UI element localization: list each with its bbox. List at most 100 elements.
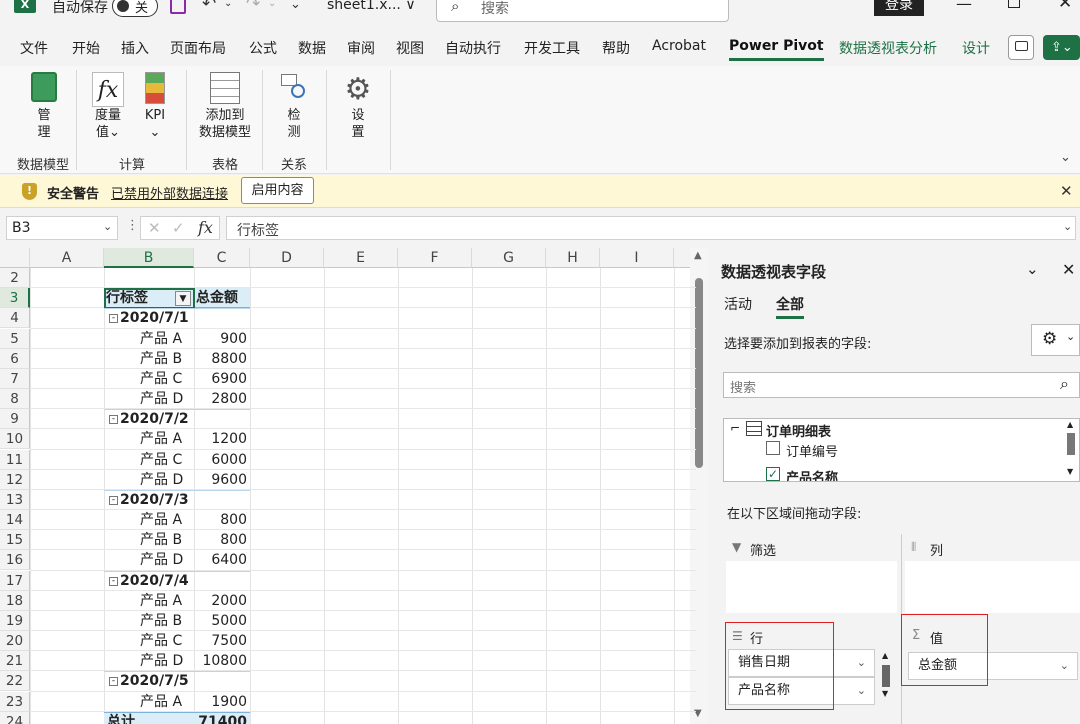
collapse-group-icon[interactable]: - — [109, 677, 118, 686]
column-header[interactable]: A — [30, 248, 104, 268]
pivot-date-group[interactable]: 2020/7/5 — [120, 671, 250, 691]
tab-home[interactable]: 开始 — [72, 38, 100, 58]
tab-formulas[interactable]: 公式 — [249, 38, 277, 58]
insert-function-icon[interactable]: fx — [198, 218, 213, 237]
pivot-product-label[interactable]: 产品 C — [140, 450, 194, 470]
collapse-group-icon[interactable]: - — [109, 314, 118, 323]
pivot-product-value[interactable]: 2000 — [196, 591, 247, 611]
pivot-product-value[interactable]: 7500 — [196, 631, 247, 651]
pane-options-chevron-icon[interactable]: ⌄ — [1026, 260, 1039, 278]
pivot-product-label[interactable]: 产品 C — [140, 369, 194, 389]
pivot-product-label[interactable]: 产品 A — [140, 429, 194, 449]
enable-content-button[interactable]: 启用内容 — [241, 177, 314, 204]
field-checkbox-checked[interactable]: ✓ — [766, 467, 780, 481]
field-name[interactable]: 产品名称 — [786, 467, 838, 481]
row-header[interactable]: 2 — [0, 268, 30, 288]
tab-automate[interactable]: 自动执行 — [445, 38, 501, 58]
pivot-product-value[interactable]: 1200 — [196, 429, 247, 449]
column-header[interactable]: F — [398, 248, 472, 268]
row-header[interactable]: 16 — [0, 550, 30, 570]
cancel-icon[interactable]: ✕ — [148, 219, 161, 237]
search-box[interactable]: ⌕ 搜索 — [436, 0, 729, 22]
tab-acrobat[interactable]: Acrobat — [652, 38, 706, 54]
row-header[interactable]: 21 — [0, 651, 30, 671]
pivot-product-value[interactable]: 6000 — [196, 450, 247, 470]
scroll-thumb[interactable] — [1067, 433, 1075, 455]
settings-button[interactable]: ⚙ 设 置 — [336, 72, 380, 141]
collapse-table-icon[interactable]: ⌐ — [730, 421, 740, 435]
row-header[interactable]: 8 — [0, 389, 30, 409]
select-all-corner[interactable] — [0, 248, 30, 268]
pivot-date-group[interactable]: 2020/7/2 — [120, 409, 250, 429]
tab-file[interactable]: 文件 — [20, 38, 48, 58]
tab-insert[interactable]: 插入 — [121, 38, 149, 58]
pivot-product-label[interactable]: 产品 D — [140, 550, 194, 570]
pivot-product-label[interactable]: 产品 A — [140, 329, 194, 349]
column-header[interactable]: I — [600, 248, 674, 268]
minimize-icon[interactable]: — — [956, 0, 972, 13]
scroll-thumb[interactable] — [695, 278, 703, 468]
columns-drop-area[interactable] — [905, 561, 1080, 613]
row-header[interactable]: 13 — [0, 490, 30, 510]
undo-chevron-icon[interactable]: ⌄ — [224, 0, 232, 9]
name-box[interactable]: B3 ⌄ — [6, 216, 118, 240]
tab-pivot-analyze[interactable]: 数据透视表分析 — [839, 38, 937, 58]
tab-design[interactable]: 设计 — [962, 38, 990, 58]
tab-view[interactable]: 视图 — [396, 38, 424, 58]
pivot-date-group[interactable]: 2020/7/3 — [120, 490, 250, 510]
pivot-product-label[interactable]: 产品 A — [140, 692, 194, 712]
collapse-ribbon-icon[interactable]: ⌄ — [1060, 150, 1071, 165]
collapse-group-icon[interactable]: - — [109, 415, 118, 424]
close-warning-icon[interactable]: ✕ — [1060, 182, 1073, 200]
column-header[interactable]: H — [546, 248, 600, 268]
pivot-product-value[interactable]: 10800 — [196, 651, 247, 671]
tab-help[interactable]: 帮助 — [602, 38, 630, 58]
filters-drop-area[interactable] — [726, 561, 897, 613]
pivot-date-group[interactable]: 2020/7/4 — [120, 571, 250, 591]
column-header[interactable]: D — [250, 248, 324, 268]
column-header[interactable]: E — [324, 248, 398, 268]
measures-button[interactable]: fx 度量 值⌄ — [88, 72, 128, 141]
pivot-product-value[interactable]: 6400 — [196, 550, 247, 570]
row-header[interactable]: 23 — [0, 692, 30, 712]
row-header[interactable]: 4 — [0, 308, 30, 328]
field-search-input[interactable]: 搜索 ⌕ — [723, 372, 1080, 398]
pivot-product-value[interactable]: 2800 — [196, 389, 247, 409]
column-header[interactable]: C — [194, 248, 250, 268]
row-header[interactable]: 5 — [0, 329, 30, 349]
tab-page-layout[interactable]: 页面布局 — [170, 38, 226, 58]
collapse-group-icon[interactable]: - — [109, 577, 118, 586]
scroll-down-icon[interactable]: ▼ — [882, 689, 888, 698]
pivot-product-label[interactable]: 产品 D — [140, 651, 194, 671]
pivot-product-value[interactable]: 6900 — [196, 369, 247, 389]
pivot-product-label[interactable]: 产品 B — [140, 611, 194, 631]
pivot-product-value[interactable]: 1900 — [196, 692, 247, 712]
row-header[interactable]: 19 — [0, 611, 30, 631]
field-checkbox[interactable] — [766, 441, 780, 455]
row-header[interactable]: 12 — [0, 470, 30, 490]
enter-icon[interactable]: ✓ — [172, 219, 185, 237]
quick-access-more-icon[interactable]: ⌄ — [290, 0, 301, 12]
detect-button[interactable]: 检 测 — [272, 72, 316, 141]
rows-area-scrollbar[interactable]: ▲ ▼ — [880, 651, 894, 703]
row-header[interactable]: 20 — [0, 631, 30, 651]
warning-message-link[interactable]: 已禁用外部数据连接 — [111, 183, 228, 202]
pivot-product-value[interactable]: 800 — [196, 510, 247, 530]
save-icon[interactable] — [170, 0, 186, 14]
kpi-button[interactable]: KPI ⌄ — [138, 72, 172, 141]
undo-icon[interactable]: ↶ — [202, 0, 216, 14]
scroll-thumb[interactable] — [882, 665, 890, 687]
pivot-product-value[interactable]: 800 — [196, 530, 247, 550]
close-pane-icon[interactable]: ✕ — [1062, 260, 1075, 279]
row-header[interactable]: 15 — [0, 530, 30, 550]
scroll-down-icon[interactable]: ▼ — [1067, 467, 1073, 476]
comments-button[interactable] — [1008, 35, 1034, 60]
expand-formula-icon[interactable]: ⌄ — [1063, 220, 1072, 233]
row-header[interactable]: 11 — [0, 450, 30, 470]
pivot-product-label[interactable]: 产品 C — [140, 631, 194, 651]
tab-data[interactable]: 数据 — [298, 38, 326, 58]
row-header[interactable]: 18 — [0, 591, 30, 611]
scroll-up-icon[interactable]: ▲ — [694, 250, 702, 261]
scroll-down-icon[interactable]: ▼ — [694, 708, 702, 719]
row-header[interactable]: 24 — [0, 712, 30, 724]
